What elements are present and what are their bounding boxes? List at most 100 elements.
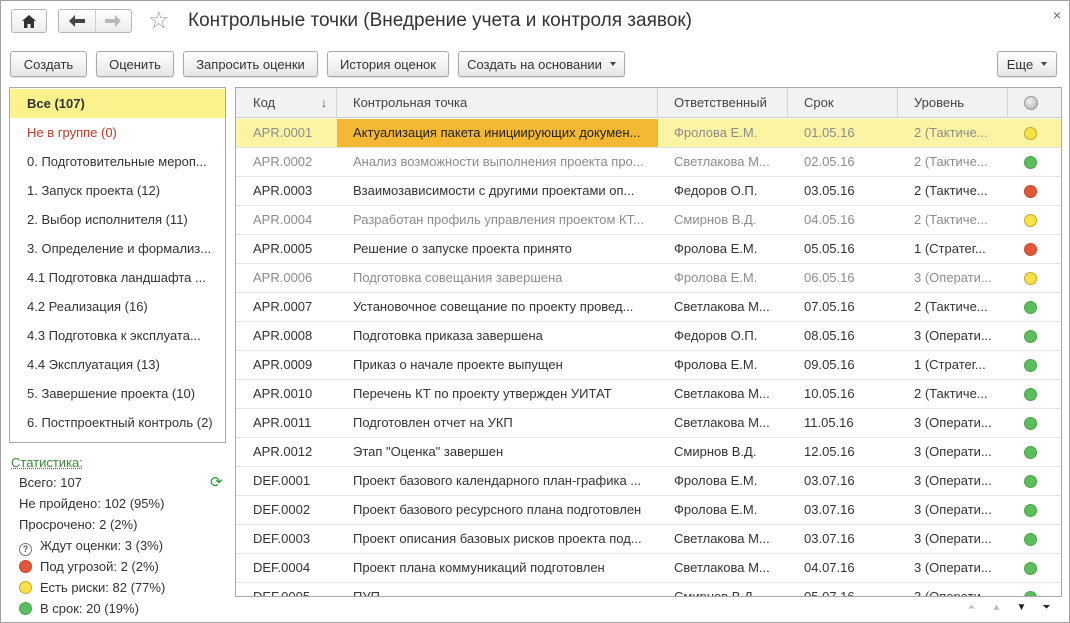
table-row[interactable]: APR.0011 Подготовлен отчет на УКП Светлако… [236, 409, 1061, 438]
group-item[interactable]: 1. Запуск проекта (12) [10, 176, 225, 205]
close-icon[interactable]: × [1053, 7, 1061, 23]
table-row[interactable]: APR.0007 Установочное совещание по проект… [236, 293, 1061, 322]
cell-level: 3 (Операти... [914, 270, 992, 285]
cell-checkpoint: ПУП [353, 589, 380, 597]
cell-due: 01.05.16 [804, 125, 855, 140]
question-icon: ? [19, 543, 32, 556]
request-evaluations-button[interactable]: Запросить оценки [183, 51, 318, 77]
cell-level: 2 (Тактиче... [914, 183, 988, 198]
cell-level: 2 (Тактиче... [914, 125, 988, 140]
scroll-up-button[interactable]: ▲ [984, 597, 1009, 617]
group-item-all[interactable]: Все (107) [10, 89, 225, 118]
table-row[interactable]: DEF.0001 Проект базового календарного пла… [236, 467, 1061, 496]
stat-awaiting: ? Ждут оценки: 3 (3%) [19, 536, 163, 556]
evaluate-button[interactable]: Оценить [96, 51, 174, 77]
table-row[interactable]: DEF.0004 Проект плана коммуникаций подгот… [236, 554, 1061, 583]
group-item[interactable]: 4.1 Подготовка ландшафта ... [10, 263, 225, 292]
cell-code: DEF.0003 [253, 531, 311, 546]
status-red-icon [1024, 243, 1037, 256]
back-button[interactable] [59, 10, 95, 32]
scroll-last-button[interactable]: ⏷ [1034, 597, 1059, 617]
cell-owner: Смирнов В.Д. [674, 212, 757, 227]
cell-due: 06.05.16 [804, 270, 855, 285]
scroll-first-button[interactable]: ⏶ [959, 597, 984, 617]
evaluation-history-button[interactable]: История оценок [327, 51, 449, 77]
forward-button[interactable] [94, 10, 131, 32]
statistics-link[interactable]: Статистика: [11, 455, 83, 470]
cell-due: 05.05.16 [804, 241, 855, 256]
refresh-icon[interactable]: ⟳ [210, 474, 223, 492]
create-based-on-button[interactable]: Создать на основании [458, 51, 625, 77]
column-header-status[interactable] [1008, 88, 1061, 118]
table-row[interactable]: APR.0012 Этап "Оценка" завершен Смирнов В.… [236, 438, 1061, 467]
table-row[interactable]: DEF.0002 Проект базового ресурсного плана… [236, 496, 1061, 525]
create-button[interactable]: Создать [10, 51, 87, 77]
cell-level: 3 (Операти... [914, 560, 992, 575]
column-header-code-label: Код [253, 95, 276, 110]
group-item[interactable]: 2. Выбор исполнителя (11) [10, 205, 225, 234]
cell-level: 3 (Операти... [914, 531, 992, 546]
table-row[interactable]: APR.0009 Приказ о начале проекте выпущен Ф… [236, 351, 1061, 380]
column-header-code[interactable]: Код ↓ [236, 88, 337, 118]
stat-overdue: Просрочено: 2 (2%) [19, 517, 138, 532]
stat-risks: Есть риски: 82 (77%) [19, 578, 165, 598]
cell-code: DEF.0005 [253, 589, 311, 597]
cell-code: APR.0006 [253, 270, 313, 285]
cell-level: 3 (Операти... [914, 502, 992, 517]
groups-list: Все (107) Не в группе (0) 0. Подготовите… [9, 87, 226, 443]
stat-total: Всего: 107 [19, 475, 83, 490]
cell-checkpoint: Подготовка приказа завершена [353, 328, 543, 343]
group-item[interactable]: 4.4 Эксплуатация (13) [10, 350, 225, 379]
cell-owner: Светлакова М... [674, 415, 770, 430]
table-row[interactable]: APR.0004 Разработан профиль управления пр… [236, 206, 1061, 235]
stat-on-time-label: В срок: 20 (19%) [40, 601, 139, 616]
cell-owner: Фролова Е.М. [674, 125, 758, 140]
table-row[interactable]: APR.0010 Перечень КТ по проекту утвержден… [236, 380, 1061, 409]
column-header-level[interactable]: Уровень [898, 88, 1008, 118]
column-header-checkpoint[interactable]: Контрольная точка [337, 88, 658, 118]
table-row[interactable]: APR.0008 Подготовка приказа завершена Федо… [236, 322, 1061, 351]
group-item[interactable]: 0. Подготовительные мероп... [10, 147, 225, 176]
sort-desc-icon: ↓ [321, 96, 327, 110]
cell-due: 05.07.16 [804, 589, 855, 597]
table-row[interactable]: DEF.0003 Проект описания базовых рисков п… [236, 525, 1061, 554]
cell-code: APR.0001 [253, 125, 313, 140]
cell-due: 08.05.16 [804, 328, 855, 343]
cell-code: DEF.0004 [253, 560, 311, 575]
cell-checkpoint: Проект базового календарного план-график… [353, 473, 642, 488]
cell-due: 12.05.16 [804, 444, 855, 459]
status-green-icon [19, 602, 32, 615]
group-item[interactable]: 4.2 Реализация (16) [10, 292, 225, 321]
cell-due: 03.07.16 [804, 531, 855, 546]
column-header-owner[interactable]: Ответственный [658, 88, 788, 118]
table-row[interactable]: APR.0006 Подготовка совещания завершена Фр… [236, 264, 1061, 293]
table-row[interactable]: APR.0001 Актуализация пакета инициирующих… [236, 119, 1061, 148]
cell-owner: Федоров О.П. [674, 328, 758, 343]
group-item[interactable]: 6. Постпроектный контроль (2) [10, 408, 225, 437]
cell-owner: Светлакова М... [674, 560, 770, 575]
status-green-icon [1024, 562, 1037, 575]
arrow-left-icon [68, 15, 85, 27]
cell-owner: Фролова Е.М. [674, 473, 758, 488]
home-button[interactable] [11, 9, 47, 33]
table-row[interactable]: APR.0003 Взаимозависимости с другими прое… [236, 177, 1061, 206]
column-header-due[interactable]: Срок [788, 88, 898, 118]
table-row[interactable]: DEF.0005 ПУП Смирнов В.Д. 05.07.16 3 (Операт… [236, 583, 1061, 597]
more-label: Еще [1006, 56, 1034, 72]
group-item-no-group[interactable]: Не в группе (0) [10, 118, 225, 147]
table-row[interactable]: APR.0005 Решение о запуске проекта принят… [236, 235, 1061, 264]
cell-checkpoint: Этап "Оценка" завершен [353, 444, 504, 459]
group-item[interactable]: 5. Завершение проекта (10) [10, 379, 225, 408]
group-item[interactable]: 3. Определение и формализ... [10, 234, 225, 263]
status-green-icon [1024, 330, 1037, 343]
group-item[interactable]: 4.3 Подготовка к эксплуата... [10, 321, 225, 350]
scroll-down-button[interactable]: ▼ [1009, 597, 1034, 617]
window-title: Контрольные точки (Внедрение учета и кон… [188, 10, 692, 31]
cell-code: APR.0004 [253, 212, 313, 227]
table-row[interactable]: APR.0002 Анализ возможности выполнения пр… [236, 148, 1061, 177]
cell-level: 3 (Операти... [914, 473, 992, 488]
more-button[interactable]: Еще [997, 51, 1057, 77]
favorite-star-icon[interactable]: ☆ [148, 8, 170, 34]
form-window: ☆ Контрольные точки (Внедрение учета и к… [0, 0, 1070, 623]
cell-checkpoint: Взаимозависимости с другими проектами оп… [353, 183, 635, 198]
